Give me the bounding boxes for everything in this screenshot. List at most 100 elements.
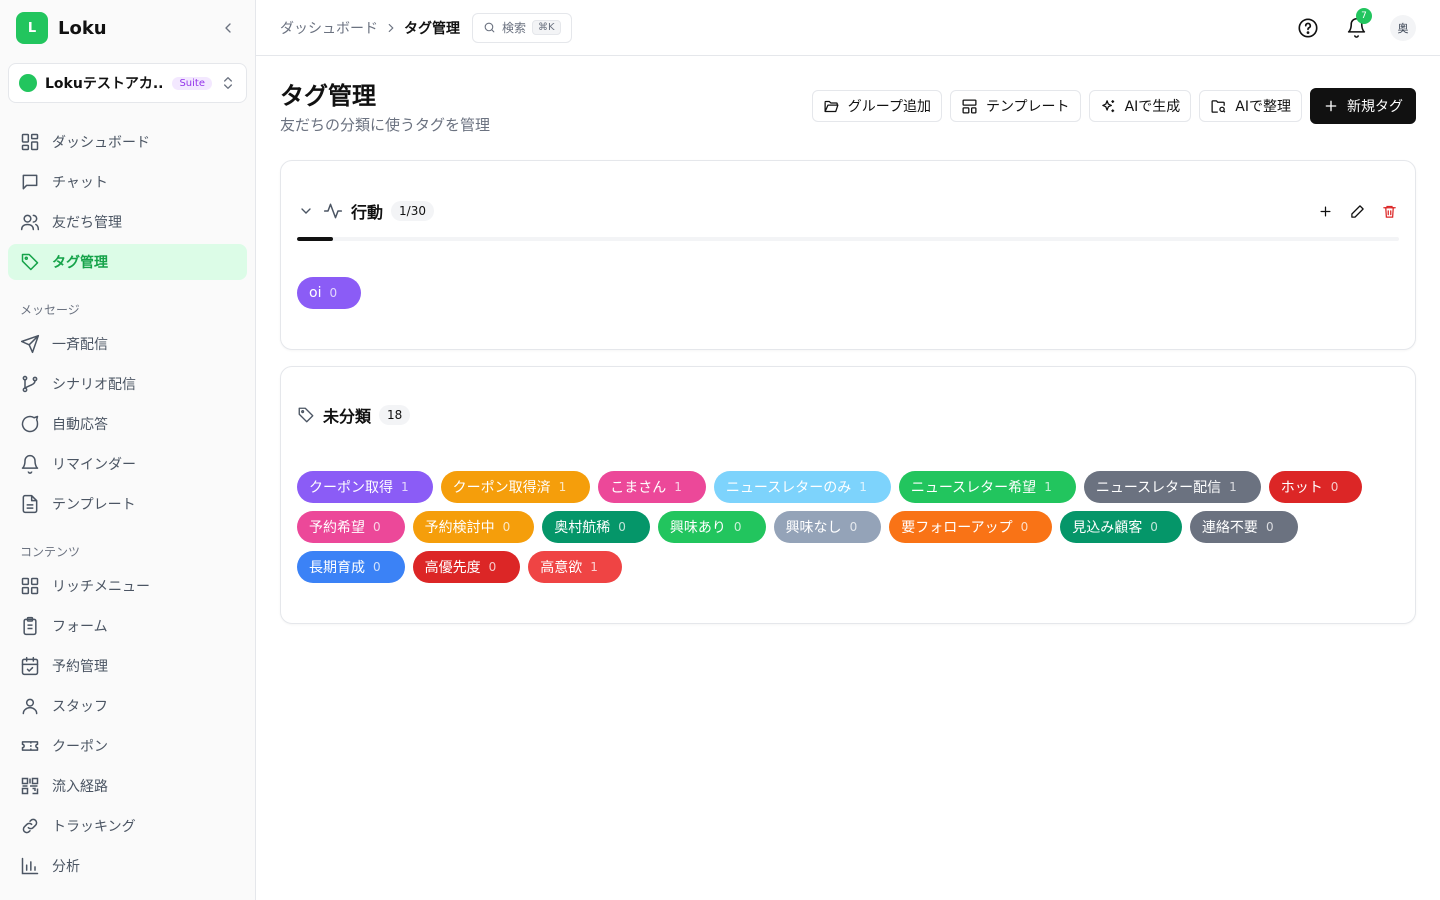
sidebar-item-template[interactable]: テンプレート: [8, 486, 247, 522]
folder-open-icon: [824, 100, 839, 112]
notifications-button[interactable]: 7: [1342, 7, 1372, 42]
tag-name: 高優先度: [424, 560, 481, 576]
tag-chip[interactable]: 予約希望 0: [297, 511, 405, 543]
sidebar-item-label: タグ管理: [52, 255, 108, 271]
tag-count: 0: [1020, 520, 1029, 534]
dashboard-icon: [21, 133, 39, 151]
sidebar-item-scenario[interactable]: シナリオ配信: [8, 366, 247, 402]
group-count: 1/30: [391, 201, 434, 221]
sidebar-item-label: フォーム: [52, 619, 108, 635]
tag-chip[interactable]: こまさん 1: [598, 471, 706, 503]
tag-count: 1: [1044, 480, 1052, 494]
sidebar-item-chat[interactable]: チャット: [8, 164, 247, 200]
template-button[interactable]: テンプレート: [949, 90, 1081, 122]
search-button[interactable]: 検索 ⌘K: [472, 12, 572, 43]
brand[interactable]: L Loku: [16, 12, 107, 44]
tag-chip[interactable]: 要フォローアップ 0: [889, 511, 1053, 543]
chevron-left-icon: [225, 23, 231, 33]
collapse-sidebar-button[interactable]: [216, 16, 240, 40]
tag-chip[interactable]: クーポン取得 1: [297, 471, 433, 503]
ai-generate-button[interactable]: AIで生成: [1088, 90, 1192, 122]
sidebar-item-staff[interactable]: スタッフ: [8, 688, 247, 724]
section-label-content: コンテンツ: [20, 545, 81, 559]
tag-name: こまさん: [610, 480, 667, 496]
user-icon: [22, 698, 38, 715]
edit-group-button[interactable]: [1347, 201, 1367, 221]
sidebar-item-reminder[interactable]: リマインダー: [8, 446, 247, 482]
sidebar-item-reservations[interactable]: 予約管理: [8, 648, 247, 684]
tag-chip[interactable]: 長期育成 0: [297, 551, 405, 583]
tag-chip[interactable]: 高意欲 1: [528, 551, 622, 583]
topbar: ダッシュボード タグ管理 検索 ⌘K 7 奥: [256, 0, 1440, 56]
bar-chart-icon: [21, 857, 39, 875]
tag-name: 予約希望: [309, 520, 365, 536]
sidebar-item-analytics[interactable]: 分析: [8, 848, 247, 884]
tag-chip[interactable]: ニュースレター配信 1: [1083, 471, 1261, 503]
tag-count: 0: [618, 520, 626, 534]
tag-icon: [21, 253, 39, 271]
group-capacity-progress-fill: [297, 237, 334, 241]
sidebar-item-broadcast[interactable]: 一斉配信: [8, 326, 247, 362]
tag-chip[interactable]: ニュースレター希望 1: [898, 471, 1076, 503]
tag-count: 1: [1229, 480, 1237, 494]
tag-name: クーポン取得: [309, 480, 393, 496]
tag-chip[interactable]: 連絡不要 0: [1189, 511, 1298, 543]
page-header: タグ管理 友だちの分類に使うタグを管理: [280, 80, 490, 135]
help-button[interactable]: [1294, 14, 1322, 42]
tag-count: 1: [401, 480, 409, 494]
sidebar-item-label: 流入経路: [52, 779, 108, 795]
message-circle-icon: [21, 415, 39, 433]
sidebar: L Loku Lokuテストアカ... Suite ダッシュボード チャット 友…: [0, 0, 256, 900]
tag-chip[interactable]: ホット 0: [1268, 471, 1363, 503]
ai-organize-button[interactable]: AIで整理: [1199, 90, 1302, 122]
search-shortcut: ⌘K: [532, 20, 561, 35]
tag-chip[interactable]: 高優先度 0: [412, 551, 521, 583]
tag-chip[interactable]: ニュースレターのみ 1: [713, 471, 891, 503]
sidebar-item-tracking[interactable]: トラッキング: [8, 808, 247, 844]
account-switcher[interactable]: Lokuテストアカ... Suite: [8, 63, 247, 103]
tag-name: 要フォローアップ: [901, 520, 1013, 536]
user-avatar[interactable]: 奥: [1390, 14, 1416, 41]
sidebar-item-rich-menu[interactable]: リッチメニュー: [8, 568, 247, 604]
bell-icon: [21, 454, 39, 474]
breadcrumb-current: タグ管理: [404, 20, 460, 37]
sidebar-item-label: チャット: [52, 175, 108, 191]
sidebar-item-form[interactable]: フォーム: [8, 608, 247, 644]
tag-name: 連絡不要: [1201, 520, 1258, 536]
sidebar-item-friends[interactable]: 友だち管理: [8, 204, 247, 240]
tag-chip[interactable]: 奥村航稀 0: [542, 511, 650, 543]
tag-icon: [298, 407, 314, 423]
sidebar-item-auto-reply[interactable]: 自動応答: [8, 406, 247, 442]
tag-name: ホット: [1280, 480, 1323, 496]
users-icon: [20, 214, 40, 231]
tag-chip[interactable]: 興味あり 0: [657, 511, 766, 543]
breadcrumb-dashboard-link[interactable]: ダッシュボード: [280, 18, 378, 38]
sidebar-item-coupon[interactable]: クーポン: [8, 728, 247, 764]
tag-chip[interactable]: 見込み顧客 0: [1060, 511, 1182, 543]
new-tag-button[interactable]: 新規タグ: [1310, 88, 1416, 124]
sidebar-item-label: 友だち管理: [52, 215, 122, 231]
collapse-group-button[interactable]: [297, 202, 315, 220]
branch-icon: [22, 375, 38, 393]
sidebar-item-tags[interactable]: タグ管理: [8, 244, 247, 280]
sidebar-item-label: テンプレート: [52, 497, 136, 513]
sidebar-item-label: 一斉配信: [52, 337, 108, 353]
add-tag-to-group-button[interactable]: [1315, 201, 1335, 221]
brand-logo: L: [16, 12, 48, 44]
breadcrumb: ダッシュボード タグ管理: [280, 18, 460, 38]
sidebar-item-inflow-route[interactable]: 流入経路: [8, 768, 247, 804]
tag-chip[interactable]: oi 0: [297, 277, 362, 309]
tag-group-header: 行動 1/30: [297, 197, 1399, 225]
sidebar-item-label: クーポン: [52, 739, 108, 755]
sidebar-item-dashboard[interactable]: ダッシュボード: [8, 124, 247, 160]
sidebar-item-label: スタッフ: [52, 699, 108, 715]
add-group-button[interactable]: グループ追加: [811, 90, 942, 122]
sidebar-item-label: トラッキング: [52, 819, 136, 835]
tag-name: 奥村航稀: [554, 520, 611, 536]
tag-chip[interactable]: 予約検討中 0: [412, 511, 535, 543]
tag-chip[interactable]: 興味なし 0: [773, 511, 882, 543]
delete-group-button[interactable]: [1379, 201, 1399, 221]
grid-icon: [21, 577, 39, 595]
tag-name: クーポン取得済: [452, 480, 551, 496]
tag-chip[interactable]: クーポン取得済 1: [440, 471, 591, 503]
